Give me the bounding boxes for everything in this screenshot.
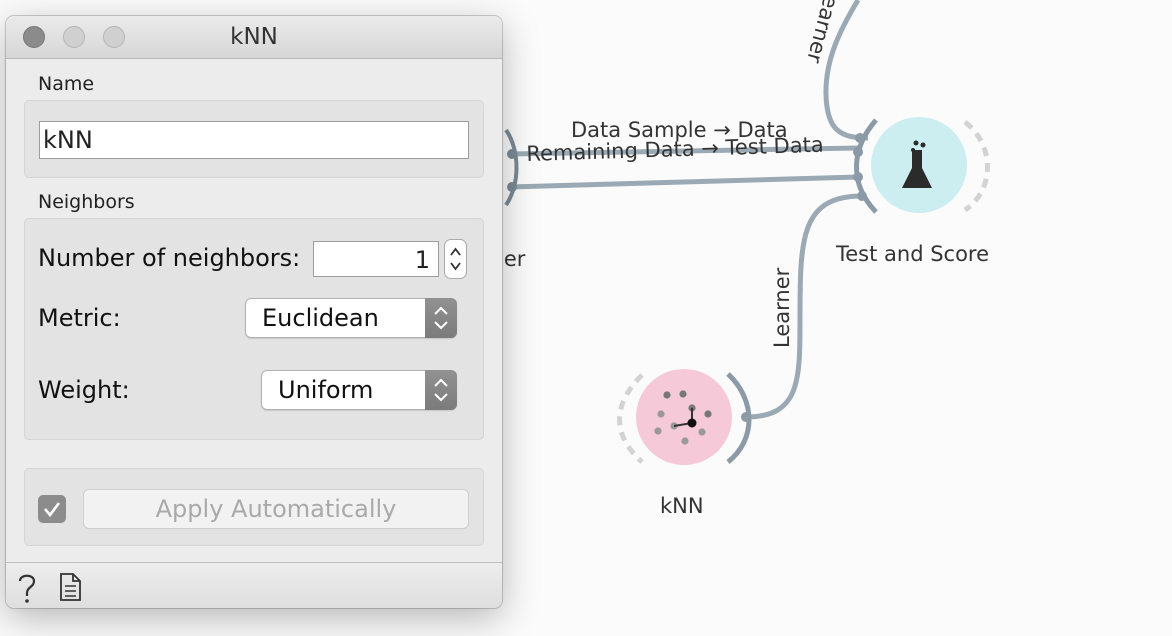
name-section-label: Name xyxy=(38,73,95,95)
window-title: kNN xyxy=(230,24,278,50)
checkmark-icon xyxy=(44,502,61,518)
metric-select-value: Euclidean xyxy=(262,304,379,332)
apply-automatically-checkbox[interactable] xyxy=(38,495,66,523)
metric-select[interactable]: Euclidean xyxy=(245,298,457,338)
node-title-data-sampler: ler xyxy=(498,247,526,271)
node-title-knn: kNN xyxy=(660,494,704,518)
chevron-up-icon[interactable] xyxy=(450,247,461,256)
data-sampler-output-arc xyxy=(504,128,519,207)
num-neighbors-stepper[interactable] xyxy=(444,239,467,279)
updown-arrows-icon xyxy=(425,298,457,338)
neighbors-section-label: Neighbors xyxy=(38,191,135,213)
report-icon[interactable] xyxy=(58,572,84,602)
num-neighbors-input[interactable]: 1 xyxy=(313,241,439,277)
apply-button[interactable]: Apply Automatically xyxy=(83,489,469,529)
weight-select[interactable]: Uniform xyxy=(261,370,457,410)
node-test-and-score[interactable] xyxy=(853,117,990,214)
name-input[interactable]: kNN xyxy=(39,121,469,159)
title-bar[interactable]: kNN xyxy=(6,16,502,59)
updown-arrows-icon xyxy=(425,370,457,410)
knn-settings-window: kNN Name kNN Neighbors Number of neighbo… xyxy=(6,16,502,608)
node-title-test-and-score: Test and Score xyxy=(836,242,990,266)
metric-label: Metric: xyxy=(38,304,121,332)
num-neighbors-label: Number of neighbors: xyxy=(38,244,301,272)
chevron-down-icon[interactable] xyxy=(450,262,461,271)
weight-select-value: Uniform xyxy=(278,376,374,404)
link-learner-knn[interactable] xyxy=(745,193,863,420)
weight-label: Weight: xyxy=(38,376,130,404)
help-icon[interactable] xyxy=(12,571,42,605)
anchor-dot xyxy=(507,149,517,159)
node-knn[interactable] xyxy=(617,369,752,465)
link-remaining-data[interactable] xyxy=(509,174,859,190)
link-label-learner-knn: Learner xyxy=(770,267,794,348)
anchor-dot xyxy=(507,182,517,192)
status-bar xyxy=(6,562,502,608)
